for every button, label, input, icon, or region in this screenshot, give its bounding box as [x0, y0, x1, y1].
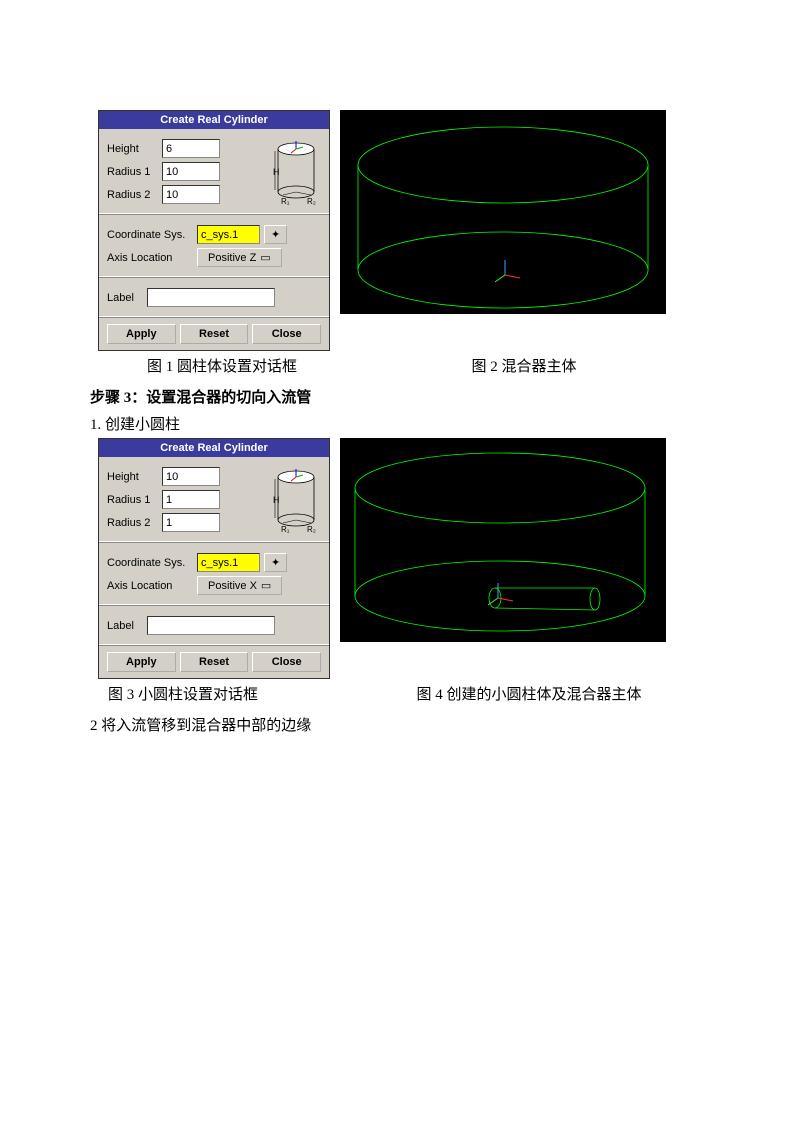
dropdown-icon: ▭ [260, 251, 270, 264]
label-label: Label [107, 292, 147, 304]
radius1-input[interactable] [162, 162, 220, 181]
coords-section: Coordinate Sys. ✦ Axis Location Positive… [99, 543, 329, 606]
step3-sub1: 1. 创建小圆柱 [90, 413, 702, 434]
svg-text:R₂: R₂ [307, 197, 316, 206]
create-cylinder-dialog-2: Create Real Cylinder Height Radius 1 Rad… [98, 438, 330, 679]
radius1-input[interactable] [162, 490, 220, 509]
axis-location-label: Axis Location [107, 252, 197, 264]
axis-location-dropdown[interactable]: Positive X▭ [197, 576, 282, 595]
create-cylinder-dialog-1: Create Real Cylinder Height Radius 1 Rad… [98, 110, 330, 351]
height-label: Height [107, 471, 162, 483]
dimensions-section: Height Radius 1 Radius 2 H R₁ R₂ [99, 457, 329, 543]
step3-sub2: 2 将入流管移到混合器中部的边缘 [90, 714, 702, 735]
coord-sys-input[interactable] [197, 225, 260, 244]
caption-fig2: 图 2 混合器主体 [346, 355, 702, 376]
coord-sys-input[interactable] [197, 553, 260, 572]
radius2-input[interactable] [162, 185, 220, 204]
radius2-input[interactable] [162, 513, 220, 532]
label-label: Label [107, 620, 147, 632]
caption-fig4: 图 4 创建的小圆柱体及混合器主体 [356, 683, 702, 704]
height-input[interactable] [162, 467, 220, 486]
height-input[interactable] [162, 139, 220, 158]
dropdown-icon: ▭ [261, 579, 271, 592]
svg-text:H: H [273, 495, 280, 505]
radius2-label: Radius 2 [107, 189, 162, 201]
axis-location-label: Axis Location [107, 580, 197, 592]
coord-sys-label: Coordinate Sys. [107, 229, 197, 241]
height-label: Height [107, 143, 162, 155]
dialog-title: Create Real Cylinder [99, 439, 329, 457]
coord-sys-label: Coordinate Sys. [107, 557, 197, 569]
viewport-fig2 [340, 110, 666, 314]
dialog-title: Create Real Cylinder [99, 111, 329, 129]
label-section: Label [99, 606, 329, 646]
apply-button[interactable]: Apply [107, 324, 176, 344]
close-button[interactable]: Close [252, 652, 321, 672]
caption-fig3: 图 3 小圆柱设置对话框 [98, 683, 356, 704]
close-button[interactable]: Close [252, 324, 321, 344]
axis-location-dropdown[interactable]: Positive Z▭ [197, 248, 282, 267]
caption-fig1: 图 1 圆柱体设置对话框 [98, 355, 346, 376]
radius1-label: Radius 1 [107, 166, 162, 178]
svg-text:R₁: R₁ [281, 197, 290, 206]
reset-button[interactable]: Reset [180, 324, 249, 344]
coord-up-button[interactable]: ✦ [264, 225, 287, 244]
radius2-label: Radius 2 [107, 517, 162, 529]
label-input[interactable] [147, 288, 275, 307]
coord-up-button[interactable]: ✦ [264, 553, 287, 572]
step3-heading: 步骤 3：设置混合器的切向入流管 [90, 386, 702, 407]
svg-text:H: H [273, 167, 280, 177]
coords-section: Coordinate Sys. ✦ Axis Location Positive… [99, 215, 329, 278]
cylinder-diagram-icon: H R₁ R₂ [271, 465, 321, 535]
label-input[interactable] [147, 616, 275, 635]
reset-button[interactable]: Reset [180, 652, 249, 672]
radius1-label: Radius 1 [107, 494, 162, 506]
viewport-fig4 [340, 438, 666, 642]
svg-text:R₂: R₂ [307, 525, 316, 534]
cylinder-diagram-icon: H R₁ R₂ [271, 137, 321, 207]
dimensions-section: Height Radius 1 Radius 2 H R₁ R₂ [99, 129, 329, 215]
svg-text:R₁: R₁ [281, 525, 290, 534]
apply-button[interactable]: Apply [107, 652, 176, 672]
label-section: Label [99, 278, 329, 318]
